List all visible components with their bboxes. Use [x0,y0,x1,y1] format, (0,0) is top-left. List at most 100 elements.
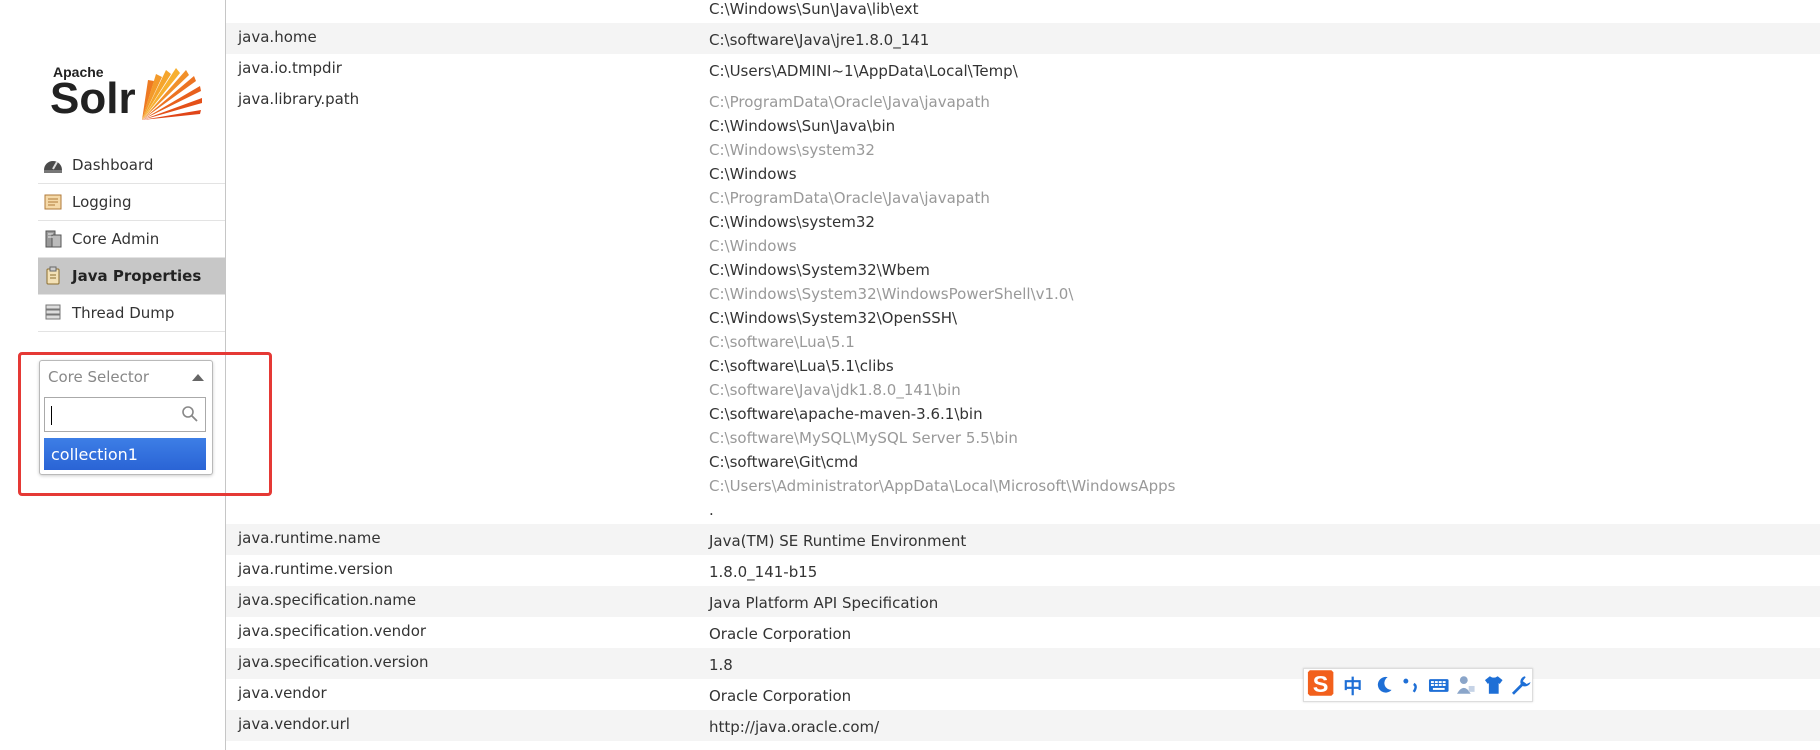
property-value-line: Oracle Corporation [709,625,852,643]
shirt-icon[interactable] [1483,674,1505,696]
core-search-input[interactable] [45,398,187,431]
caret-up-icon [192,373,204,381]
property-value: Java(TM) SE Runtime Environment [709,524,1820,555]
property-value-line: Java Platform API Specification [709,594,939,612]
punctuation-icon[interactable] [1400,674,1422,696]
wrench-icon[interactable] [1510,674,1532,696]
property-value-line: C:\Windows\Sun\Java\bin [709,117,896,135]
menu-item-java-properties[interactable]: Java Properties [38,258,225,295]
java-properties-icon [43,266,63,286]
property-value-line: C:\Windows [709,165,797,183]
property-row: java.specification.vendor Oracle Corporat… [226,617,1820,648]
property-value-line: C:\software\Java\jre1.8.0_141 [709,31,930,49]
core-selector-dropdown[interactable]: Core Selector collection1 [39,360,213,475]
core-selector-label: Core Selector [48,368,150,386]
menu-item-label: Logging [72,193,132,211]
search-icon [182,406,198,422]
core-option-collection1[interactable]: collection1 [44,438,206,470]
property-key [226,0,709,23]
ime-toolbar[interactable]: S 中 [1303,668,1533,702]
property-row: java.io.tmpdir C:\Users\ADMINI~1\AppData\… [226,54,1820,85]
property-value: 1.8.0_141-b15 [709,555,1820,586]
property-value: Java Platform API Specification [709,586,1820,617]
java-properties-table: C:\Windows\Sun\Java\lib\ext java.home C:\s… [226,0,1820,741]
menu-item-label: Dashboard [72,156,154,174]
property-value-line: 1.8 [709,656,733,674]
property-value: Oracle Corporation [709,679,1820,710]
core-search-box[interactable] [44,397,206,432]
property-value-line: C:\software\Lua\5.1 [709,333,855,351]
property-row: C:\Windows\Sun\Java\lib\ext [226,0,1820,23]
property-value-line: C:\software\Git\cmd [709,453,859,471]
property-value: 1.8 [709,648,1820,679]
property-value-line: C:\Windows\Sun\Java\lib\ext [709,0,919,18]
property-value: C:\Windows\Sun\Java\lib\ext [709,0,1820,23]
property-row: java.vendor Oracle Corporation [226,679,1820,710]
property-value-line: C:\Users\ADMINI~1\AppData\Local\Temp\ [709,62,1018,80]
property-value: C:\software\Java\jre1.8.0_141 [709,23,1820,54]
property-value-line: C:\Windows\System32\OpenSSH\ [709,309,958,327]
solr-logo[interactable]: Apache Solr [50,44,205,124]
menu-item-dashboard[interactable]: Dashboard [38,147,225,184]
text-cursor [51,406,52,425]
property-value-line: http://java.oracle.com/ [709,718,880,736]
property-value-line: C:\software\Lua\5.1\clibs [709,357,894,375]
menu-item-logging[interactable]: Logging [38,184,225,221]
property-value-line: C:\ProgramData\Oracle\Java\javapath [709,93,990,111]
thread-dump-icon [43,303,63,323]
property-key: java.io.tmpdir [238,59,342,77]
sidebar: Apache Solr Dashboard Logging Core Admin… [0,0,226,750]
property-row: java.home C:\software\Java\jre1.8.0_141 [226,23,1820,54]
property-value-line: C:\Windows\system32 [709,141,875,159]
sogou-logo-icon[interactable]: S [1304,666,1337,700]
property-row: java.specification.version 1.8 [226,648,1820,679]
user-icon[interactable] [1455,674,1477,696]
menu-item-core-admin[interactable]: Core Admin [38,221,225,258]
property-value-line: Oracle Corporation [709,687,852,705]
property-value-line: C:\Windows\system32 [709,213,875,231]
svg-text:S: S [1313,671,1329,697]
logo-solr-text: Solr [50,74,136,123]
dashboard-icon [43,155,63,175]
property-value-line: Java(TM) SE Runtime Environment [709,532,967,550]
property-key: java.runtime.version [238,560,393,578]
property-key: java.library.path [238,90,360,108]
property-value-line: C:\software\apache-maven-3.6.1\bin [709,405,983,423]
property-key: java.specification.version [238,653,429,671]
property-row: java.runtime.version 1.8.0_141-b15 [226,555,1820,586]
moon-icon[interactable] [1373,674,1395,696]
core-selector-header[interactable]: Core Selector [40,361,212,393]
property-value-line: C:\Windows [709,237,797,255]
property-value: C:\ProgramData\Oracle\Java\javapath C:\Wi… [709,85,1820,524]
property-value-line: 1.8.0_141-b15 [709,563,818,581]
menu-item-label: Thread Dump [72,304,175,322]
menu-item-label: Java Properties [72,267,202,285]
property-value: Oracle Corporation [709,617,1820,648]
property-value-line: C:\software\MySQL\MySQL Server 5.5\bin [709,429,1018,447]
property-value-line: C:\software\Java\jdk1.8.0_141\bin [709,381,961,399]
property-value-line: . [709,501,714,519]
property-value: C:\Users\ADMINI~1\AppData\Local\Temp\ [709,54,1820,85]
property-value: http://java.oracle.com/ [709,710,1820,741]
sun-rays-icon [142,68,202,120]
property-value-line: C:\Windows\System32\Wbem [709,261,930,279]
logging-icon [43,192,63,212]
property-key: java.specification.vendor [238,622,427,640]
property-key: java.vendor [238,684,327,702]
property-value-line: C:\Users\Administrator\AppData\Local\Mic… [709,477,1176,495]
menu-item-label: Core Admin [72,230,160,248]
property-value-line: C:\ProgramData\Oracle\Java\javapath [709,189,990,207]
property-row: java.library.path C:\ProgramData\Oracle\J… [226,85,1820,524]
keyboard-icon[interactable] [1428,674,1450,696]
main-menu: Dashboard Logging Core Admin Java Proper… [38,147,225,332]
property-value-line: C:\Windows\System32\WindowsPowerShell\v1… [709,285,1074,303]
property-row: java.runtime.name Java(TM) SE Runtime Env… [226,524,1820,555]
core-admin-icon [43,229,63,249]
ime-mode-label[interactable]: 中 [1343,672,1367,699]
menu-item-thread-dump[interactable]: Thread Dump [38,295,225,332]
property-key: java.home [238,28,317,46]
property-row: java.specification.name Java Platform API… [226,586,1820,617]
property-key: java.specification.name [238,591,417,609]
property-row: java.vendor.url http://java.oracle.com/ [226,710,1820,741]
property-key: java.runtime.name [238,529,381,547]
